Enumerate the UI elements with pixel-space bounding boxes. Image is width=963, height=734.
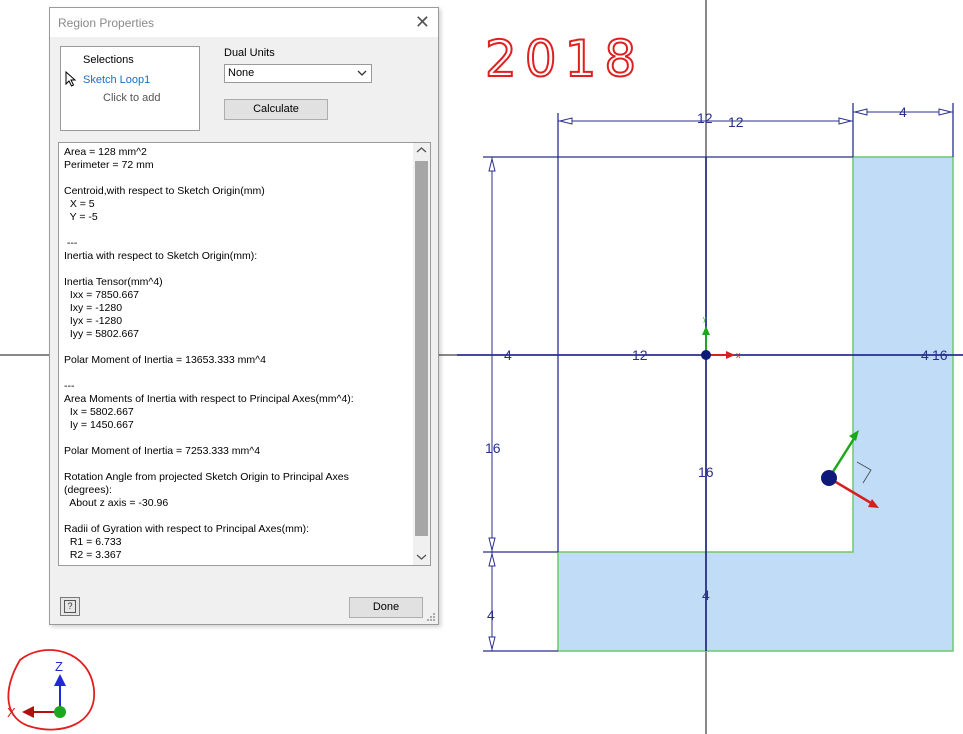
dimension-top-right[interactable]: 12 (728, 114, 744, 130)
dimension-axis-right-a[interactable]: 4 (921, 347, 929, 363)
dialog-titlebar[interactable]: Region Properties ✕ (50, 8, 438, 37)
region-properties-dialog: Region Properties ✕ Selections Sketch Lo… (49, 7, 439, 625)
dimension-top-left[interactable]: 12 (697, 110, 713, 126)
dimension-center-vertical[interactable]: 16 (698, 464, 714, 480)
dual-units-dropdown[interactable]: None (224, 64, 372, 83)
dual-units-label: Dual Units (224, 47, 275, 59)
results-scrollbar[interactable] (413, 143, 430, 565)
sketch-region[interactable] (557, 156, 954, 652)
scroll-down-icon[interactable] (416, 553, 427, 562)
origin-y-arrow-icon (702, 326, 710, 335)
help-button[interactable]: ? (60, 597, 80, 616)
triad-x-label: X (7, 705, 16, 720)
results-panel[interactable]: Area = 128 mm^2 Perimeter = 72 mm Centro… (58, 142, 431, 566)
results-text: Area = 128 mm^2 Perimeter = 72 mm Centro… (64, 146, 354, 561)
triad-z-arrow-icon (54, 674, 66, 686)
scroll-up-icon[interactable] (416, 146, 427, 155)
sketch-origin-triad: y x (701, 316, 741, 360)
sketch-origin-point[interactable] (701, 350, 711, 360)
mouse-cursor-icon (65, 71, 77, 87)
help-icon: ? (64, 600, 76, 613)
handwritten-year-annotation: 2018 (484, 29, 644, 89)
triad-highlight-circle (7, 649, 95, 731)
dimension-bottom-center[interactable]: 4 (702, 587, 710, 603)
resize-grip-icon[interactable] (426, 612, 436, 622)
triad-z-label: Z (55, 659, 63, 674)
dimension-left-upper[interactable]: 16 (485, 440, 501, 456)
dimension-axis-left[interactable]: 4 (504, 347, 512, 363)
triad-x-arrow-icon (22, 706, 34, 718)
dimension-axis-right-b[interactable]: 16 (932, 347, 948, 363)
close-icon[interactable]: ✕ (415, 12, 430, 32)
scrollbar-thumb[interactable] (415, 161, 428, 536)
click-to-add-prompt[interactable]: Click to add (103, 92, 160, 104)
dimension-axis-mid[interactable]: 12 (632, 347, 648, 363)
selections-box[interactable]: Selections Sketch Loop1 Click to add (60, 46, 200, 131)
svg-text:2018: 2018 (485, 30, 644, 88)
dimension-top-small[interactable]: 4 (899, 104, 907, 120)
triad-y-axis-dot (54, 706, 66, 718)
chevron-down-icon (357, 70, 367, 76)
view-triad[interactable]: Z X (7, 649, 95, 731)
dual-units-value: None (228, 67, 255, 79)
calculate-button[interactable]: Calculate (224, 99, 328, 120)
done-button[interactable]: Done (349, 597, 423, 618)
selections-header: Selections (83, 54, 134, 66)
selection-item-sketch-loop[interactable]: Sketch Loop1 (83, 74, 150, 86)
centroid-point[interactable] (821, 470, 837, 486)
dimension-left-lower[interactable]: 4 (487, 607, 495, 623)
dialog-title: Region Properties (58, 16, 155, 30)
origin-x-label: x (736, 350, 741, 360)
origin-x-arrow-icon (726, 351, 735, 359)
origin-y-label: y (703, 316, 707, 323)
